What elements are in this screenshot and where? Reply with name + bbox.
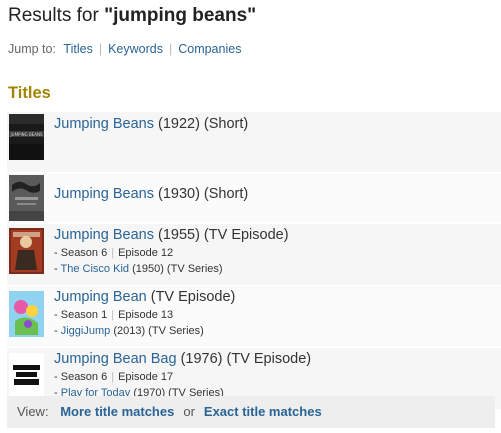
section-title-titles: Titles [8, 84, 51, 102]
view-label: View: [17, 404, 49, 419]
svg-text:JUMPING BEANS: JUMPING BEANS [9, 132, 43, 137]
result-meta: (1930) (Short) [157, 186, 249, 202]
separator: | [111, 309, 115, 321]
view-more-bar: View: More title matches or Exact title ma… [7, 396, 495, 428]
episode-label: Episode 12 [118, 247, 174, 259]
separator: | [98, 42, 103, 56]
result-meta: (TV Episode) [150, 289, 236, 305]
exact-title-matches-link[interactable]: Exact title matches [204, 404, 322, 419]
results-heading: Results for "jumping beans" [8, 5, 256, 27]
episode-label: Episode 17 [118, 371, 174, 383]
result-title-link[interactable]: Jumping Beans [54, 116, 154, 132]
jumping-beans-1922-poster[interactable]: JUMPING BEANS [9, 114, 44, 160]
result-meta: (1955) (TV Episode) [157, 227, 289, 243]
jump-to-nav: Jump to: Titles | Keywords | Companies [8, 42, 241, 56]
series-info: - The Cisco Kid (1950) (TV Series) [54, 263, 223, 275]
result-title-link[interactable]: Jumping Bean [54, 289, 147, 305]
separator: | [168, 42, 173, 56]
series-info: - JiggiJump (2013) (TV Series) [54, 325, 204, 337]
series-meta: (2013) (TV Series) [113, 325, 204, 337]
jumping-beans-1930-poster[interactable] [9, 175, 44, 221]
season-label: Season 6 [60, 371, 108, 383]
jump-link-titles[interactable]: Titles [63, 42, 92, 56]
result-row: Jumping Bean (TV Episode) - Season 1 | Epi… [7, 286, 501, 348]
result-row: Jumping Beans (1930) (Short) [7, 173, 501, 224]
episode-info: - Season 1 | Episode 13 [54, 309, 174, 321]
result-title-link[interactable]: Jumping Bean Bag [54, 351, 177, 367]
jump-link-keywords[interactable]: Keywords [108, 42, 163, 56]
cisco-kid-poster[interactable] [9, 228, 44, 274]
result-meta: (1976) (TV Episode) [180, 351, 312, 367]
result-title-link[interactable]: Jumping Beans [54, 186, 154, 202]
result-meta: (1922) (Short) [157, 116, 249, 132]
episode-info: - Season 6 | Episode 12 [54, 247, 174, 259]
result-row: JUMPING BEANS Jumping Beans (1922) (Shor… [7, 112, 501, 173]
season-label: Season 6 [60, 247, 108, 259]
jiggijump-poster[interactable] [9, 291, 44, 337]
season-label: Season 1 [60, 309, 108, 321]
results-list: JUMPING BEANS Jumping Beans (1922) (Shor… [7, 112, 501, 410]
result-row: Jumping Beans (1955) (TV Episode) - Seas… [7, 224, 501, 286]
series-meta: (1950) (TV Series) [132, 263, 223, 275]
episode-label: Episode 13 [118, 309, 174, 321]
series-title-link[interactable]: The Cisco Kid [61, 263, 129, 275]
jump-to-label: Jump to: [8, 42, 56, 56]
result-title-link[interactable]: Jumping Beans [54, 227, 154, 243]
play-for-today-logo[interactable] [9, 353, 44, 399]
separator: | [111, 371, 115, 383]
separator: | [111, 247, 115, 259]
episode-info: - Season 6 | Episode 17 [54, 371, 174, 383]
series-title-link[interactable]: JiggiJump [61, 325, 111, 337]
jump-link-companies[interactable]: Companies [178, 42, 241, 56]
more-title-matches-link[interactable]: More title matches [60, 404, 174, 419]
or-label: or [183, 404, 195, 419]
search-query: "jumping beans" [104, 5, 257, 26]
results-heading-prefix: Results for [8, 5, 105, 26]
